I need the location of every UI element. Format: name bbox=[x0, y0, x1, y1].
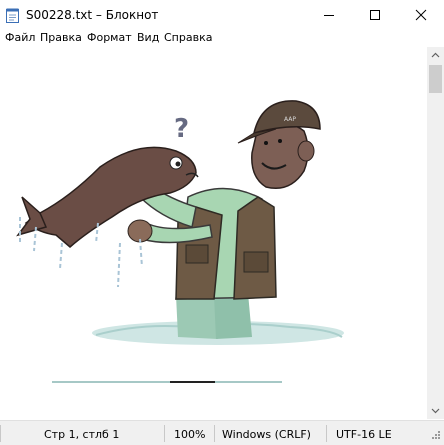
menu-file[interactable]: Файл bbox=[5, 31, 35, 44]
scroll-up-icon bbox=[431, 52, 440, 58]
status-separator bbox=[326, 425, 327, 442]
scroll-up-button[interactable] bbox=[427, 47, 444, 64]
menu-format[interactable]: Формат bbox=[87, 31, 132, 44]
window-title: S00228.txt – Блокнот bbox=[26, 8, 159, 22]
zoom-level: 100% bbox=[174, 428, 206, 441]
minimize-button[interactable] bbox=[306, 0, 352, 30]
text-area[interactable]: ? AAP bbox=[0, 47, 427, 419]
svg-text:AAP: AAP bbox=[284, 116, 296, 123]
status-separator bbox=[164, 425, 165, 442]
title-bar[interactable]: S00228.txt – Блокнот bbox=[0, 0, 444, 30]
menu-help[interactable]: Справка bbox=[164, 31, 212, 44]
encoding: UTF-16 LE bbox=[336, 428, 392, 441]
fisherman-illustration: ? AAP bbox=[16, 100, 344, 383]
maximize-button[interactable] bbox=[352, 0, 398, 30]
close-icon bbox=[415, 9, 427, 21]
resize-grip-icon[interactable] bbox=[431, 430, 441, 440]
scroll-down-icon bbox=[431, 408, 440, 414]
vertical-scrollbar[interactable] bbox=[427, 47, 444, 419]
scroll-thumb[interactable] bbox=[429, 65, 442, 93]
close-button[interactable] bbox=[398, 0, 444, 30]
scroll-down-button[interactable] bbox=[427, 402, 444, 419]
status-separator bbox=[214, 425, 215, 442]
minimize-icon bbox=[324, 15, 334, 16]
cursor-position: Стр 1, стлб 1 bbox=[44, 428, 120, 441]
status-bar: Стр 1, стлб 1 100% Windows (CRLF) UTF-16… bbox=[0, 420, 444, 445]
status-separator bbox=[0, 425, 1, 442]
svg-text:?: ? bbox=[174, 114, 189, 144]
menu-edit[interactable]: Правка bbox=[40, 31, 82, 44]
maximize-icon bbox=[370, 10, 380, 20]
menu-view[interactable]: Вид bbox=[137, 31, 159, 44]
line-endings: Windows (CRLF) bbox=[222, 428, 311, 441]
menu-bar: Файл Правка Формат Вид Справка bbox=[0, 30, 444, 47]
notepad-icon bbox=[6, 8, 19, 23]
